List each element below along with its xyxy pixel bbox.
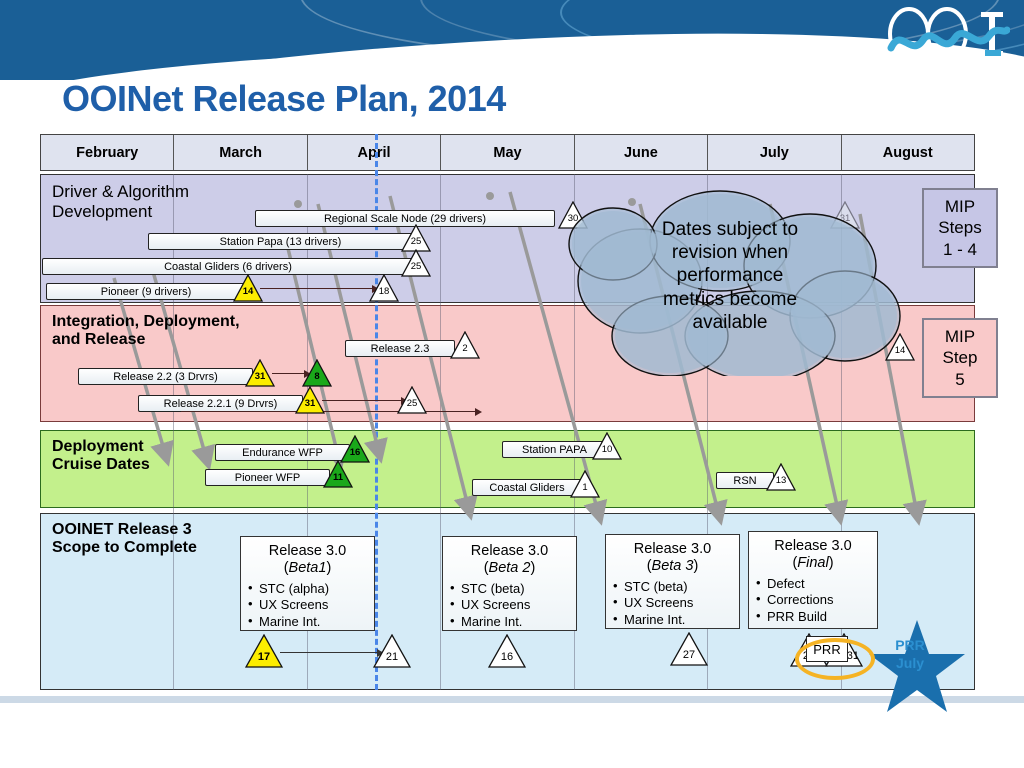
milestone-station-papa-25[interactable]: 25: [401, 224, 431, 252]
release-box-final-title: Release 3.0 (Final): [774, 538, 852, 572]
swimlane-label-cruise-l1: Deployment: [52, 438, 144, 455]
swimlane-label-cruise-l2: Cruise Dates: [52, 456, 150, 474]
list-item: Defect: [756, 575, 873, 593]
timeline-month-header: February March April May June July Augus…: [40, 134, 975, 171]
month-cell-june: June: [574, 135, 709, 170]
swimlane-label-scope-l2: Scope to Complete: [52, 539, 197, 557]
list-item: STC (beta): [450, 580, 572, 598]
ooi-logo-icon: [887, 7, 1010, 61]
page-title: OOINet Release Plan, 2014: [62, 78, 506, 119]
list-item: Marine Int.: [613, 611, 735, 629]
release-box-beta1[interactable]: Release 3.0 (Beta1) STC (alpha) UX Scree…: [240, 536, 375, 631]
milestone-endurance-wfp-16[interactable]: 16: [340, 435, 370, 463]
month-cell-march: March: [174, 135, 308, 170]
swimlane-label-integ-l2: and Release: [52, 331, 146, 349]
swimlane-label-scope: OOINET Release 3 Scope to Complete: [52, 521, 197, 558]
milestone-rsn-cruise-13[interactable]: 13: [766, 463, 796, 491]
bar-station-papa-drivers[interactable]: Station Papa (13 drivers): [148, 233, 413, 250]
release-box-beta2-title: Release 3.0 (Beta 2): [470, 543, 549, 577]
list-item: STC (beta): [613, 578, 735, 596]
swimlane-label-integ-l1: Integration, Deployment,: [52, 313, 240, 330]
milestone-release-2-2-1-25[interactable]: 25: [397, 386, 427, 414]
release-box-beta3-items: STC (beta) UX Screens Marine Int.: [613, 578, 735, 629]
release-box-final[interactable]: Release 3.0 (Final) Defect Corrections P…: [748, 531, 878, 629]
callout-mip-steps-1-4[interactable]: MIP Steps 1 - 4: [922, 188, 998, 268]
release-box-beta1-title: Release 3.0 (Beta1): [268, 543, 347, 577]
connector-integration-long: [181, 407, 482, 416]
milestone-beta1-21[interactable]: 21: [373, 634, 411, 668]
milestone-station-papa-cruise-10[interactable]: 10: [592, 432, 622, 460]
bar-release-2-2-1[interactable]: Release 2.2.1 (9 Drvrs): [138, 395, 303, 412]
bar-pioneer-wfp[interactable]: Pioneer WFP: [205, 469, 330, 486]
gantt-chart: Driver & Algorithm Development Integrati…: [40, 134, 998, 690]
bar-release-2-3[interactable]: Release 2.3: [345, 340, 455, 357]
prr-star-label: PRR July: [895, 637, 925, 672]
milestone-beta1-17[interactable]: 17: [245, 634, 283, 668]
bar-coastal-gliders-cruise[interactable]: Coastal Gliders: [472, 479, 582, 496]
release-box-beta3[interactable]: Release 3.0 (Beta 3) STC (beta) UX Scree…: [605, 534, 740, 629]
connector-release-2-2-to-8: [272, 369, 311, 378]
list-item: UX Screens: [613, 594, 735, 612]
swimlane-label-cruise: Deployment Cruise Dates: [52, 438, 150, 475]
list-item: UX Screens: [450, 596, 572, 614]
release-box-beta1-items: STC (alpha) UX Screens Marine Int.: [248, 580, 370, 631]
bar-coastal-gliders-drivers[interactable]: Coastal Gliders (6 drivers): [42, 258, 414, 275]
release-box-beta2[interactable]: Release 3.0 (Beta 2) STC (beta) UX Scree…: [442, 536, 577, 631]
swimlane-label-driver-l2: Development: [52, 201, 153, 221]
swimlane-label-integration: Integration, Deployment, and Release: [52, 313, 240, 350]
release-box-final-items: Defect Corrections PRR Build: [756, 575, 873, 626]
arrow-head-icon: [475, 407, 482, 416]
milestone-pioneer-wfp-11[interactable]: 11: [323, 460, 353, 488]
milestone-pioneer-14[interactable]: 14: [233, 274, 263, 302]
list-item: Marine Int.: [450, 613, 572, 631]
release-box-beta2-items: STC (beta) UX Screens Marine Int.: [450, 580, 572, 631]
milestone-beta3-27[interactable]: 27: [670, 632, 708, 666]
list-item: UX Screens: [248, 596, 370, 614]
milestone-beta2-16[interactable]: 16: [488, 634, 526, 668]
month-cell-july: July: [708, 135, 842, 170]
release-box-beta3-title: Release 3.0 (Beta 3): [633, 541, 712, 575]
list-item: Marine Int.: [248, 613, 370, 631]
list-item: Corrections: [756, 591, 873, 609]
list-item: PRR Build: [756, 608, 873, 626]
bar-endurance-wfp[interactable]: Endurance WFP: [215, 444, 350, 461]
month-cell-august: August: [841, 135, 974, 170]
milestone-coastal-gliders-cruise-1[interactable]: 1: [570, 470, 600, 498]
bar-release-2-2[interactable]: Release 2.2 (3 Drvrs): [78, 368, 253, 385]
month-cell-february: February: [41, 135, 175, 170]
header-banner: [0, 0, 1024, 80]
milestone-release-2-3-2[interactable]: 2: [450, 331, 480, 359]
milestone-release-2-2-8[interactable]: 8: [302, 359, 332, 387]
connector-beta1-17-to-21: [280, 648, 384, 657]
milestone-release-2-2-31[interactable]: 31: [245, 359, 275, 387]
bar-pioneer-drivers[interactable]: Pioneer (9 drivers): [46, 283, 246, 300]
milestone-coastal-gliders-25[interactable]: 25: [401, 249, 431, 277]
milestone-release-2-2-1-31[interactable]: 31: [295, 386, 325, 414]
swimlane-label-driver-l1: Driver & Algorithm: [52, 182, 189, 201]
connector-release-2-2-1-to-25: [322, 396, 408, 405]
milestone-pioneer-18[interactable]: 18: [369, 274, 399, 302]
list-item: STC (alpha): [248, 580, 370, 598]
swimlane-label-scope-l1: OOINET Release 3: [52, 521, 192, 538]
month-cell-may: May: [441, 135, 575, 170]
callout-mip-step-5[interactable]: MIP Step 5: [922, 318, 998, 398]
prr-highlight-ellipse: [795, 638, 875, 680]
swimlane-label-driver: Driver & Algorithm Development: [52, 182, 189, 221]
connector-pioneer-14-to-18: [260, 284, 379, 293]
callout-cloud-text: Dates subject to revision when performan…: [661, 219, 799, 333]
